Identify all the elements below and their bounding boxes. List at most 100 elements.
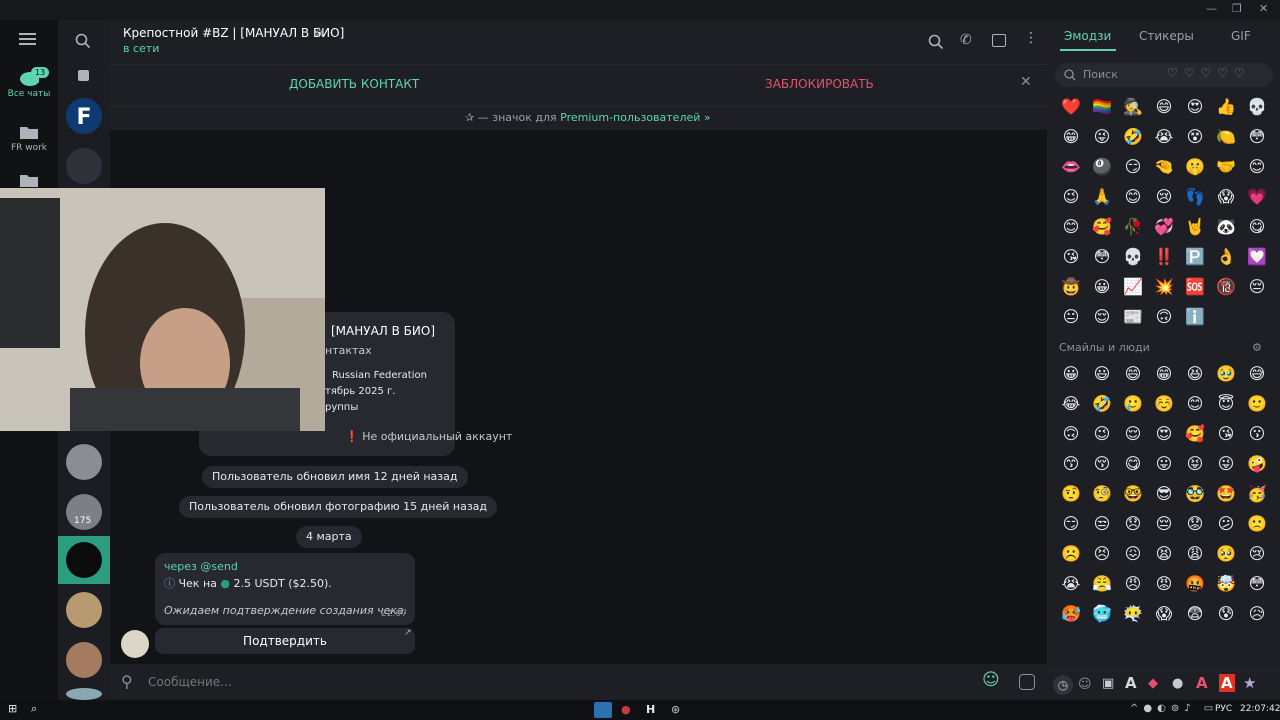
minimize-icon[interactable]: — [1206, 2, 1217, 15]
emoji-cell[interactable]: ❤️ [1059, 97, 1083, 117]
emoji-cell[interactable]: 🙃 [1152, 307, 1176, 327]
emoji-cell[interactable]: 😊 [1245, 157, 1269, 177]
emoji-cell[interactable]: 🐼 [1214, 217, 1238, 237]
emoji-cell[interactable]: 😊 [1121, 187, 1145, 207]
set-icon[interactable]: A [1219, 674, 1235, 692]
set-icon[interactable]: A [1196, 674, 1208, 692]
emoji-cell[interactable]: 😨 [1183, 604, 1207, 624]
emoji-cell[interactable]: 🥶 [1090, 604, 1114, 624]
folder-fr-work[interactable]: FR work [0, 124, 58, 153]
emoji-cell[interactable]: 🥵 [1059, 604, 1083, 624]
chat-title[interactable]: Крепостной #BZ | [МАНУАЛ В БИО] [123, 26, 344, 40]
emoji-cell[interactable]: 🥳 [1245, 484, 1269, 504]
emoji-cell[interactable]: 🥹 [1214, 364, 1238, 384]
emoji-cell[interactable]: 🔞 [1214, 277, 1238, 297]
emoji-cell[interactable]: 😀 [1090, 277, 1114, 297]
recent-tab-icon[interactable]: ◷ [1053, 675, 1073, 695]
emoji-cell[interactable]: 💞 [1152, 217, 1176, 237]
emoji-cell[interactable]: 😥 [1245, 604, 1269, 624]
emoji-cell[interactable]: 😎 [1152, 484, 1176, 504]
emoji-cell[interactable]: 😋 [1245, 217, 1269, 237]
emoji-cell[interactable]: 🥰 [1090, 217, 1114, 237]
emoji-cell[interactable]: 🥺 [1214, 544, 1238, 564]
emoji-cell[interactable]: 😩 [1183, 544, 1207, 564]
sender-avatar[interactable] [121, 630, 149, 658]
search-icon[interactable]: ⌕ [31, 702, 37, 716]
emoji-cell[interactable]: 🥸 [1183, 484, 1207, 504]
emoji-category-icons[interactable]: ♡♡♡♡♡ [1167, 66, 1251, 80]
emoji-cell[interactable]: 🙏 [1090, 187, 1114, 207]
emoji-cell[interactable]: 😠 [1121, 574, 1145, 594]
emoji-cell[interactable]: 😌 [1121, 424, 1145, 444]
chat-avatar[interactable] [66, 444, 102, 480]
emoji-cell[interactable]: 😱 [1214, 187, 1238, 207]
menu-icon[interactable] [19, 32, 39, 46]
telegram-taskbar-icon[interactable] [594, 702, 612, 718]
premium-link[interactable]: Premium-пользователей » [560, 111, 711, 124]
emoji-cell[interactable]: 🤣 [1090, 394, 1114, 414]
emoji-cell[interactable]: 🥰 [1183, 424, 1207, 444]
emoji-cell[interactable]: 😤 [1090, 574, 1114, 594]
via-bot-label[interactable]: через @send [164, 560, 238, 573]
set-icon[interactable]: ◆ [1148, 676, 1158, 691]
emoji-cell[interactable]: 😊 [1183, 394, 1207, 414]
search-icon[interactable] [75, 33, 91, 49]
emoji-cell[interactable]: 😶‍🌫️ [1121, 604, 1145, 624]
emoji-cell[interactable]: 😣 [1090, 544, 1114, 564]
emoji-cell[interactable]: 😜 [1214, 454, 1238, 474]
opera-taskbar-icon[interactable]: ● [621, 703, 631, 716]
emoji-cell[interactable]: 😉 [1059, 187, 1083, 207]
emoji-cell[interactable]: 😢 [1245, 544, 1269, 564]
emoji-cell[interactable]: 👌 [1214, 247, 1238, 267]
emoji-cell[interactable]: 😂 [1059, 394, 1083, 414]
camera-icon[interactable] [1019, 674, 1035, 690]
chat-avatar[interactable] [66, 148, 102, 184]
tray-icons[interactable]: ^●◐⊚♪ ▭ [1130, 703, 1218, 714]
emoji-cell[interactable]: 😏 [1121, 157, 1145, 177]
archive-icon[interactable] [78, 70, 89, 81]
emoji-cell[interactable]: 😅 [1245, 364, 1269, 384]
app-taskbar-icon[interactable]: H [646, 703, 655, 716]
emoji-cell[interactable]: 🅿️ [1183, 247, 1207, 267]
emoji-cell[interactable]: 😡 [1152, 574, 1176, 594]
emoji-search[interactable]: Поиск ♡♡♡♡♡ [1055, 63, 1273, 87]
emoji-cell[interactable]: 🙂 [1245, 394, 1269, 414]
emoji-cell[interactable]: 😃 [1090, 364, 1114, 384]
emoji-cell[interactable]: 😍 [1152, 424, 1176, 444]
emoji-cell[interactable]: 💀 [1245, 97, 1269, 117]
emoji-cell[interactable]: 😒 [1090, 514, 1114, 534]
chat-avatar[interactable] [66, 642, 102, 678]
emoji-cell[interactable]: 😝 [1183, 454, 1207, 474]
folder-all-chats[interactable]: Все чаты 13 [0, 67, 58, 99]
sidebar-toggle-icon[interactable] [992, 34, 1006, 47]
emoji-cell[interactable]: 😭 [1152, 127, 1176, 147]
emoji-cell[interactable]: 😄 [1121, 364, 1145, 384]
set-icon[interactable]: ★ [1243, 674, 1256, 692]
emoji-cell[interactable]: 😄 [1152, 97, 1176, 117]
emoji-cell[interactable]: 🤬 [1183, 574, 1207, 594]
tab-emoji[interactable]: Эмодзи [1064, 29, 1111, 43]
emoji-cell[interactable]: 😕 [1214, 514, 1238, 534]
emoji-cell[interactable]: 😘 [1214, 424, 1238, 444]
emoji-cell[interactable]: 😭 [1059, 574, 1083, 594]
emoji-cell[interactable]: 😟 [1183, 514, 1207, 534]
emoji-cell[interactable]: 😁 [1152, 364, 1176, 384]
emoji-cell[interactable]: 🤓 [1121, 484, 1145, 504]
profile-groups[interactable]: руппы [325, 402, 358, 413]
emoji-cell[interactable]: 😍 [1183, 97, 1207, 117]
settings-icon[interactable]: ⚙ [1252, 341, 1262, 354]
add-contact-button[interactable]: ДОБАВИТЬ КОНТАКТ [289, 77, 419, 91]
emoji-cell[interactable]: 🤫 [1183, 157, 1207, 177]
emoji-cell[interactable]: 😵 [1183, 127, 1207, 147]
emoji-cell[interactable]: 🤏 [1152, 157, 1176, 177]
emoji-cell[interactable]: ℹ️ [1183, 307, 1207, 327]
emoji-cell[interactable]: 😊 [1059, 217, 1083, 237]
emoji-cell[interactable]: 💥 [1152, 277, 1176, 297]
set-icon[interactable]: A [1125, 674, 1137, 692]
emoji-cell[interactable]: 🤣 [1121, 127, 1145, 147]
smiley-tab-icon[interactable]: ☺ [1078, 677, 1092, 692]
emoji-cell[interactable]: 📰 [1121, 307, 1145, 327]
start-icon[interactable]: ⊞ [8, 702, 17, 715]
emoji-cell[interactable]: 😰 [1214, 604, 1238, 624]
chat-avatar[interactable] [66, 592, 102, 628]
